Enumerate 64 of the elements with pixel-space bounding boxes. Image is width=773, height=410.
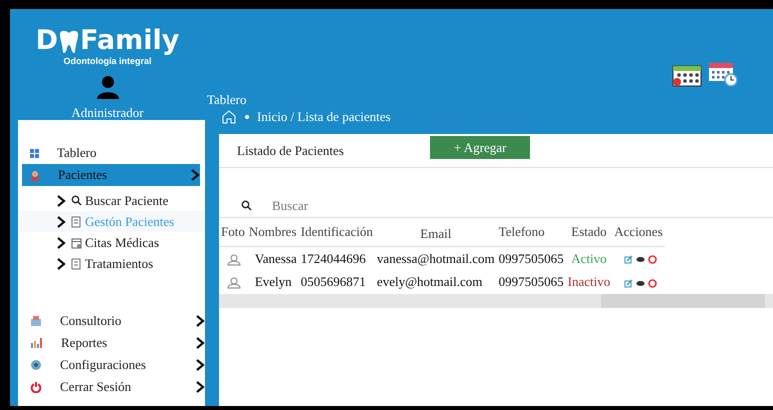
home-icon[interactable] — [221, 110, 237, 124]
column-header: Identificación — [298, 218, 375, 246]
delete-icon[interactable] — [648, 255, 657, 264]
tooth-icon — [58, 30, 80, 54]
person-icon — [30, 170, 40, 180]
chevron-icon — [190, 169, 200, 181]
sidebar-item[interactable]: Tablero — [18, 142, 205, 164]
table-cell-text: evely@hotmail.com — [376, 273, 484, 291]
submenu-item[interactable]: Buscar Paciente — [18, 190, 205, 211]
chevron-icon — [56, 236, 66, 248]
calendar-icon — [672, 63, 702, 87]
chevron-icon — [195, 381, 205, 393]
search-icon — [241, 200, 252, 211]
logo-tagline: Odontología integral — [64, 55, 152, 68]
chevron-icon — [195, 359, 205, 371]
column-header: Foto — [219, 218, 247, 246]
table-cell-text: 0505696871 — [300, 273, 367, 291]
sidebar-item[interactable]: Cerrar Sesión — [18, 376, 205, 398]
document-icon — [71, 216, 82, 228]
table-cell: Vanessa — [246, 246, 299, 270]
submenu-item[interactable]: Tratamientos — [18, 253, 205, 274]
submenu-item[interactable]: Citas Médicas — [18, 232, 205, 253]
page-title: Tablero — [207, 93, 248, 106]
gear-icon — [30, 359, 42, 371]
table-cell: 1724044696 — [298, 246, 375, 270]
column-header: Estado — [566, 218, 612, 246]
table-cell: vanessa@hotmail.com — [374, 246, 497, 270]
power-icon — [30, 381, 42, 393]
building-icon — [30, 315, 42, 327]
logo-name: Family — [80, 27, 180, 54]
sidebar-item[interactable]: Pacientes — [22, 164, 200, 186]
calendar-icon — [71, 236, 82, 248]
table-cell-text: 0997505065 — [498, 273, 565, 291]
table-cell: 0997505065 — [496, 246, 566, 270]
sidebar-item[interactable]: Reportes — [18, 332, 205, 354]
column-header: Acciones — [612, 218, 665, 246]
status-text: Activo — [566, 246, 612, 270]
sidebar-item[interactable]: Configuraciones — [18, 354, 205, 376]
chevron-icon — [56, 216, 66, 228]
avatar-icon — [227, 277, 241, 290]
breadcrumb[interactable]: Inicio / Lista de pacientes — [257, 107, 391, 127]
card-title: Listado de Pacientes — [237, 142, 344, 160]
grid-icon — [30, 148, 39, 158]
user-name: Adninistrador — [71, 104, 144, 122]
sidebar-item[interactable]: Consultorio — [18, 310, 205, 332]
column-header: Telefono — [496, 218, 566, 246]
column-header: Email — [374, 218, 497, 246]
bullet-icon — [245, 115, 249, 119]
document-icon — [71, 258, 82, 270]
column-header: Nombres — [246, 218, 299, 246]
logo-letter: D — [36, 27, 58, 54]
bar-chart-icon — [30, 337, 43, 349]
search-icon — [71, 195, 82, 206]
chevron-icon — [56, 258, 66, 270]
chevron-icon — [56, 194, 66, 206]
chevron-icon — [195, 315, 205, 327]
user-icon — [96, 74, 118, 98]
status-text: Inactivo — [566, 273, 612, 291]
add-button[interactable]: + Agregar — [430, 136, 530, 160]
scrollbar[interactable] — [219, 294, 773, 308]
delete-icon[interactable] — [648, 278, 657, 288]
table-cell-text: Evelyn — [254, 273, 293, 291]
chevron-icon — [195, 337, 205, 349]
avatar-icon — [227, 254, 241, 266]
